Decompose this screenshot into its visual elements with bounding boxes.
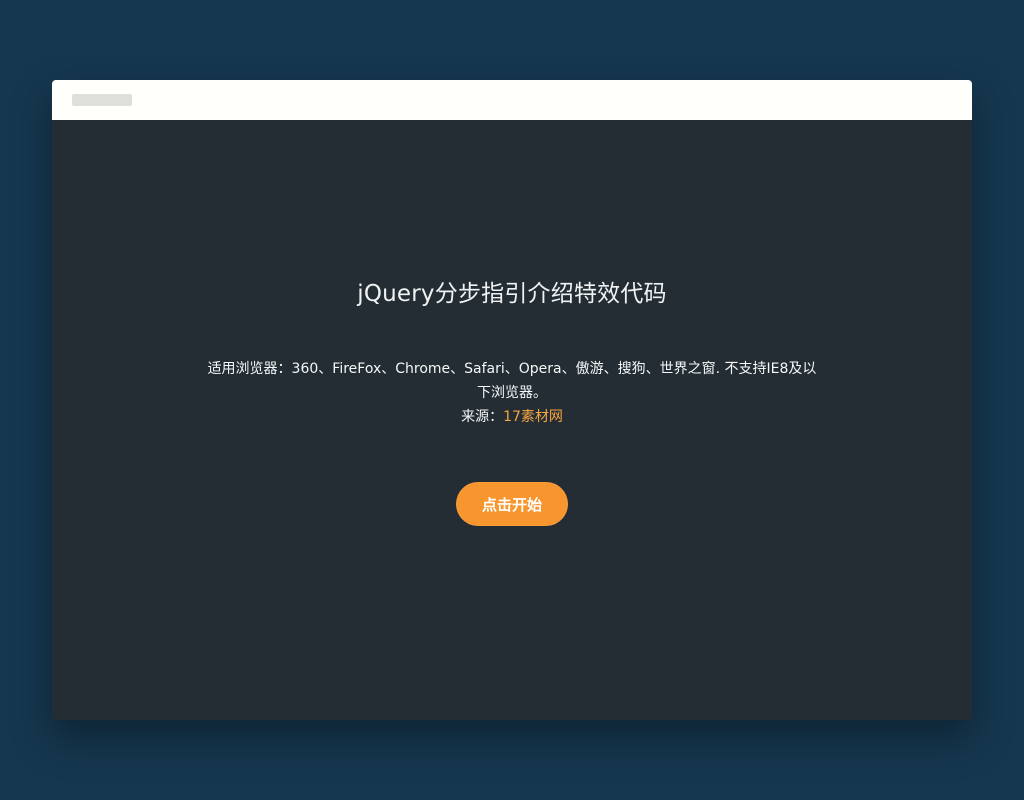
source-line: 来源：17素材网 xyxy=(202,405,822,429)
page-content: jQuery分步指引介绍特效代码 适用浏览器：360、FireFox、Chrom… xyxy=(52,120,972,720)
description-block: 适用浏览器：360、FireFox、Chrome、Safari、Opera、傲游… xyxy=(202,357,822,429)
source-prefix: 来源： xyxy=(461,409,504,425)
source-link[interactable]: 17素材网 xyxy=(503,409,563,425)
browser-compatibility-text: 适用浏览器：360、FireFox、Chrome、Safari、Opera、傲游… xyxy=(207,361,817,401)
start-button[interactable]: 点击开始 xyxy=(456,482,568,526)
titlebar-placeholder xyxy=(72,94,132,106)
window-titlebar xyxy=(52,80,972,120)
page-title: jQuery分步指引介绍特效代码 xyxy=(357,281,667,307)
browser-window: jQuery分步指引介绍特效代码 适用浏览器：360、FireFox、Chrom… xyxy=(52,80,972,720)
